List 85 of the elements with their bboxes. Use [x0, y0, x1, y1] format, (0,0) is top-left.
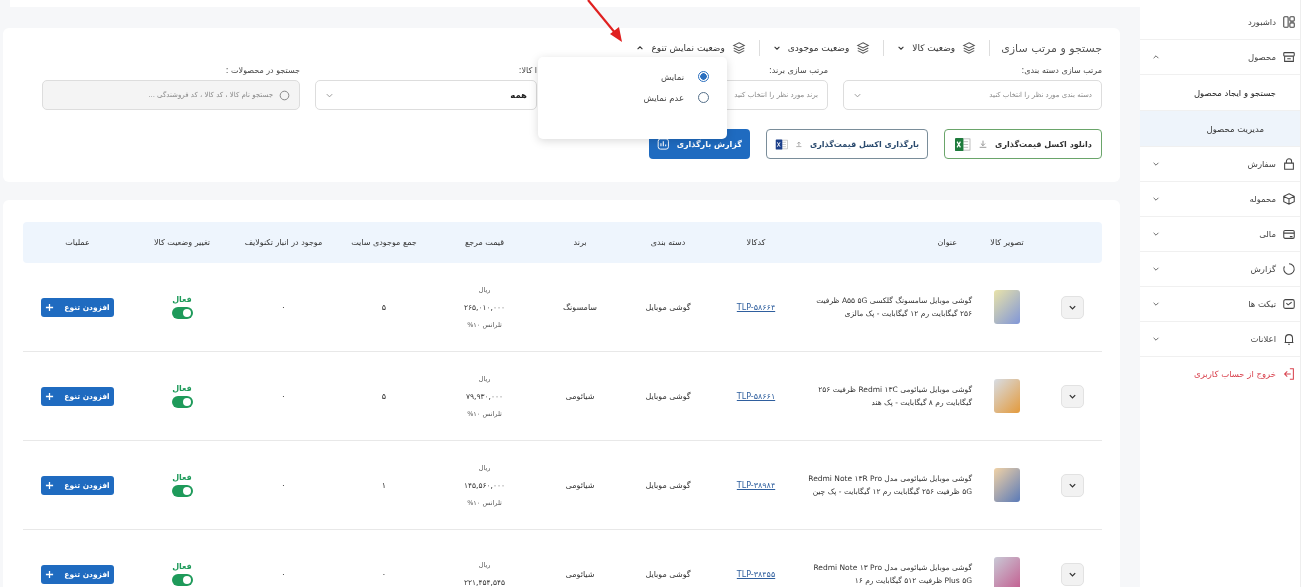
- product-photo: [994, 557, 1020, 587]
- filter-dropdown[interactable]: وضعیت کالا: [895, 41, 979, 55]
- field-label: مرتب سازی برند:: [769, 66, 828, 77]
- plus-icon: [45, 302, 55, 312]
- column-header: تصویر کالا: [989, 238, 1025, 247]
- field-label: ا کالا:: [518, 66, 537, 77]
- status-toggle[interactable]: [171, 574, 193, 586]
- chevron-icon: [636, 44, 645, 52]
- chevron-icon: [897, 44, 906, 52]
- plus-icon: [45, 480, 55, 490]
- column-header: عنوان: [936, 238, 958, 247]
- radio-option[interactable]: نمایش: [660, 71, 709, 82]
- table-cell: ۰: [281, 391, 286, 401]
- spreadsheet-icon: [775, 136, 789, 152]
- sidebar-item[interactable]: محصول: [1140, 40, 1300, 75]
- plus-icon: [45, 569, 55, 579]
- select-field[interactable]: همه: [315, 80, 537, 110]
- field-label: جستجو در محصولات :: [225, 66, 300, 77]
- sidebar-item[interactable]: گزارش: [1140, 252, 1300, 287]
- column-header: قیمت مرجع: [463, 238, 506, 247]
- sidebar-item[interactable]: مالی: [1140, 217, 1300, 252]
- product-code-link[interactable]: TLP-۳۸۹۸۴: [736, 480, 776, 490]
- layers-icon: [962, 41, 977, 55]
- column-header: کدکالا: [745, 238, 767, 247]
- column-header: موجود در انبار تکنولایف: [243, 238, 324, 247]
- product-photo: [994, 379, 1020, 413]
- status-label: فعال: [172, 562, 192, 571]
- table-cell: ۰: [281, 302, 286, 312]
- logout-icon: [1282, 367, 1296, 381]
- product-code-link[interactable]: TLP-۵۸۶۶۱: [736, 391, 776, 401]
- table-cell: ۰: [381, 569, 387, 579]
- search-icon: [279, 89, 290, 101]
- table-cell: ۰: [281, 480, 286, 490]
- product-code-link[interactable]: TLP-۳۸۴۵۵: [736, 569, 776, 579]
- expand-button[interactable]: [1060, 295, 1084, 319]
- filter-dropdown[interactable]: وضعیت موجودی: [770, 41, 873, 55]
- layers-icon: [731, 41, 746, 55]
- status-toggle[interactable]: [171, 396, 193, 408]
- product-photo: [994, 468, 1020, 502]
- status-label: فعال: [172, 473, 192, 482]
- table-cell: گوشی موبایل: [645, 391, 691, 401]
- excel-download-button[interactable]: دانلود اکسل قیمت‌گذاری: [944, 129, 1102, 159]
- table-cell: ۵: [381, 302, 387, 312]
- expand-button[interactable]: [1060, 473, 1084, 497]
- filter-dropdown[interactable]: وضعیت نمایش تنوع: [634, 41, 748, 55]
- sidebar-item[interactable]: سفارش: [1140, 147, 1300, 182]
- table-cell: گوشی موبایل: [645, 480, 691, 490]
- status-toggle[interactable]: [171, 485, 193, 497]
- field-label: مرتب سازی دسته بندی:: [1021, 66, 1102, 77]
- download-icon: [978, 139, 989, 149]
- upload-icon: [795, 139, 803, 149]
- sidebar-item[interactable]: داشبورد: [1140, 5, 1300, 40]
- status-label: فعال: [172, 295, 192, 304]
- column-header: عملیات: [64, 238, 91, 247]
- sidebar-subitem[interactable]: مدیریت محصول: [1140, 111, 1300, 147]
- expand-button[interactable]: [1060, 384, 1084, 408]
- sidebar-item[interactable]: محموله: [1140, 182, 1300, 217]
- chevron-icon: [772, 44, 781, 52]
- expand-button[interactable]: [1060, 562, 1084, 586]
- table-cell: ۵: [381, 391, 387, 401]
- status-toggle[interactable]: [171, 307, 193, 319]
- spreadsheet-icon: [954, 136, 972, 152]
- product-code-link[interactable]: TLP-۵۸۶۶۴: [736, 302, 776, 312]
- section-title: جستجو و مرتب سازی: [1001, 41, 1102, 55]
- logout-link[interactable]: خروج از حساب کاربری: [1140, 357, 1300, 391]
- table-cell: شیائومی: [565, 569, 595, 579]
- table-cell: شیائومی: [565, 391, 595, 401]
- column-header: برند: [572, 238, 588, 247]
- sidebar-item[interactable]: تیکت ها: [1140, 287, 1300, 322]
- status-label: فعال: [172, 384, 192, 393]
- table-cell: گوشی موبایل: [645, 302, 691, 312]
- table-cell: ۱: [381, 480, 387, 490]
- table-cell: گوشی موبایل: [645, 569, 691, 579]
- plus-icon: [45, 391, 55, 401]
- radio-option[interactable]: عدم نمایش: [643, 92, 709, 103]
- layers-icon: [856, 41, 871, 55]
- excel-upload-button[interactable]: بارگذاری اکسل قیمت‌گذاری: [766, 129, 928, 159]
- table-cell: ۰: [281, 569, 286, 579]
- column-header: دسته بندی: [649, 238, 687, 247]
- column-header: تغییر وضعیت کالا: [153, 238, 211, 247]
- product-photo: [994, 290, 1020, 324]
- table-cell: سامسونگ: [562, 302, 598, 312]
- sidebar-item[interactable]: اعلانات: [1140, 322, 1300, 357]
- table-cell: شیائومی: [565, 480, 595, 490]
- column-header: جمع موجودی سایت: [350, 238, 418, 247]
